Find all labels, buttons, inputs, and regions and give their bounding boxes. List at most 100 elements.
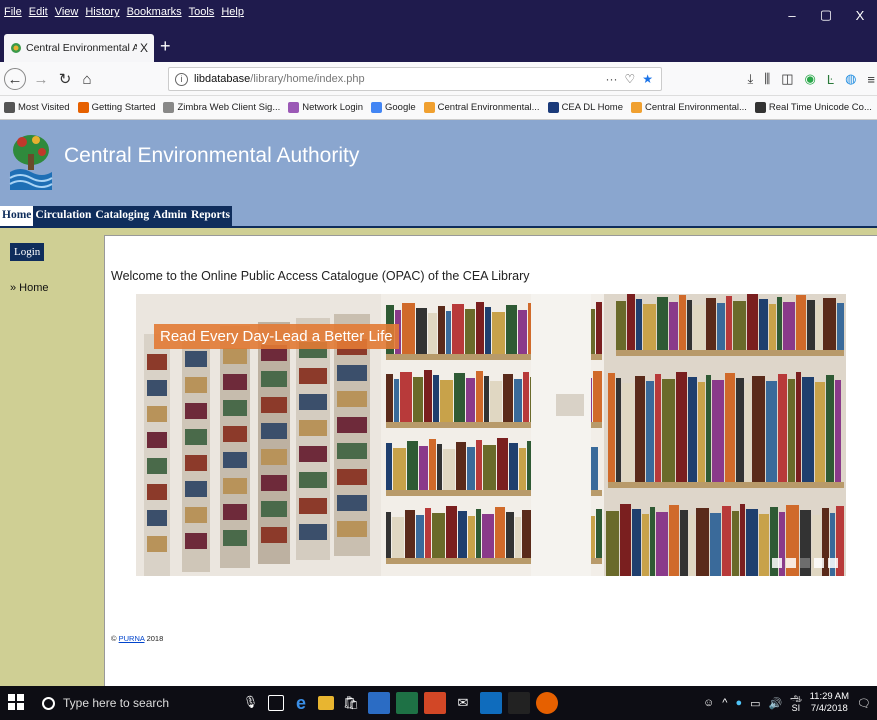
nav-tab-home[interactable]: Home	[0, 206, 34, 227]
book-spine	[405, 510, 415, 558]
windows-start-icon[interactable]	[8, 694, 24, 710]
footer-purna-link[interactable]: PURNA	[119, 634, 145, 643]
menu-tools[interactable]: Tools	[189, 6, 215, 18]
tray-app-icon[interactable]: ●	[735, 697, 742, 709]
hamburger-menu-icon[interactable]: ≡	[867, 72, 875, 87]
book-spine	[476, 440, 482, 490]
menu-edit[interactable]: Edit	[29, 6, 48, 18]
book-spine	[747, 294, 758, 350]
mail-icon[interactable]: ✉	[452, 692, 474, 714]
volume-icon[interactable]: 🔊	[769, 697, 783, 710]
cea-logo-icon	[9, 135, 53, 190]
aisle-books	[299, 472, 327, 488]
aisle-books	[299, 524, 327, 540]
bookmark-star-icon[interactable]: ★	[642, 72, 653, 86]
carousel-dot[interactable]	[828, 558, 838, 568]
nav-tab-admin[interactable]: Admin	[151, 206, 189, 227]
bookmark-item[interactable]: Central Environmental...	[630, 102, 747, 113]
aisle-books	[147, 484, 167, 500]
login-button[interactable]: Login	[10, 243, 45, 261]
microphone-icon[interactable]: 🎙	[243, 695, 258, 709]
back-arrow-icon[interactable]: ←	[4, 68, 26, 90]
bookmark-item[interactable]: Google	[371, 102, 416, 113]
extension-green-icon[interactable]: ◉	[804, 71, 815, 87]
tray-expand-icon[interactable]: ^	[722, 697, 727, 709]
book-spine	[476, 509, 481, 558]
page-actions-icon[interactable]: ···	[605, 72, 617, 86]
bookmark-item[interactable]: Network Login	[288, 102, 363, 113]
taskbar-apps: e 🛍 ✉	[268, 692, 558, 714]
url-bar[interactable]: i libdatabase/library/home/index.php ···…	[168, 67, 662, 91]
pocket-icon[interactable]: ♡	[624, 72, 635, 86]
edge-icon[interactable]: e	[290, 692, 312, 714]
carousel-dot[interactable]	[800, 558, 810, 568]
book-spine	[443, 449, 455, 490]
extension-blue-icon[interactable]: ◍	[845, 71, 856, 87]
bookmark-item[interactable]: Getting Started	[77, 102, 155, 113]
book-spine	[454, 373, 465, 422]
bookmark-item[interactable]: CEA DL Home	[547, 102, 623, 113]
excel-icon[interactable]	[396, 692, 418, 714]
carousel-dot[interactable]	[772, 558, 782, 568]
task-view-icon[interactable]	[268, 695, 284, 711]
people-icon[interactable]: ☺	[703, 697, 714, 709]
carousel-dot[interactable]	[814, 558, 824, 568]
bookmark-label: Network Login	[302, 102, 363, 113]
carousel-dot[interactable]	[786, 558, 796, 568]
store-icon[interactable]: 🛍	[340, 692, 362, 714]
library-icon[interactable]: ⫼	[764, 71, 770, 87]
language-indicator[interactable]: ஆ SI	[790, 692, 801, 714]
menu-file[interactable]: File	[4, 6, 22, 18]
maximize-button[interactable]: ▢	[809, 0, 843, 30]
book-spine	[835, 380, 841, 482]
menu-help[interactable]: Help	[221, 6, 244, 18]
book-spine	[433, 375, 439, 422]
tab-close-icon[interactable]: X	[140, 41, 148, 55]
clock[interactable]: 11:29 AM 7/4/2018	[810, 691, 849, 715]
clock-time: 11:29 AM	[809, 691, 850, 702]
aisle-books	[261, 501, 287, 517]
network-tray-icon[interactable]: ▭	[750, 697, 760, 710]
bookmarks-toolbar: Most Visited Getting Started Zimbra Web Cl…	[0, 96, 877, 120]
file-explorer-icon[interactable]	[318, 696, 334, 710]
bookmark-item[interactable]: Zimbra Web Client Sig...	[163, 102, 280, 113]
book-spine	[413, 377, 423, 422]
pillar	[531, 294, 591, 576]
app-icon-1[interactable]	[368, 692, 390, 714]
powerpoint-icon[interactable]	[424, 692, 446, 714]
new-tab-button[interactable]: +	[160, 36, 171, 57]
aisle-books	[261, 527, 287, 543]
site-info-icon[interactable]: i	[175, 72, 188, 86]
url-host: libdatabase	[194, 73, 251, 85]
reload-icon[interactable]: ↻	[54, 68, 76, 90]
aisle-books	[223, 478, 247, 494]
book-spine	[796, 295, 806, 350]
outlook-icon[interactable]	[480, 692, 502, 714]
menu-view[interactable]: View	[55, 6, 79, 18]
bookmark-item[interactable]: Real Time Unicode Co...	[754, 102, 872, 113]
nav-tab-reports[interactable]: Reports	[188, 206, 232, 227]
download-icon[interactable]: ⤓	[747, 71, 753, 87]
extension-lt-icon[interactable]: Ŀ	[827, 72, 834, 87]
cortana-icon	[42, 696, 55, 710]
aisle-books	[223, 426, 247, 442]
home-link[interactable]: » Home	[10, 282, 49, 294]
home-icon[interactable]: ⌂	[76, 68, 98, 90]
library-banner-image: Read Every Day-Lead a Better Life	[136, 294, 846, 576]
taskbar-search[interactable]: Type here to search	[36, 686, 236, 720]
forward-arrow-icon[interactable]: →	[30, 68, 52, 90]
bookmark-item[interactable]: Central Environmental...	[423, 102, 540, 113]
menu-bookmarks[interactable]: Bookmarks	[127, 6, 182, 18]
app-icon-2[interactable]	[508, 692, 530, 714]
tab-active[interactable]: Central Environmental Authorit X	[4, 34, 154, 62]
firefox-taskbar-icon[interactable]	[536, 692, 558, 714]
sidebar-toggle-icon[interactable]: ◫	[781, 71, 793, 87]
bookmark-item[interactable]: Most Visited	[4, 102, 70, 113]
menu-history[interactable]: History	[85, 6, 119, 18]
close-window-button[interactable]: X	[843, 0, 877, 30]
notifications-icon[interactable]: 🗨	[857, 697, 871, 710]
minimize-button[interactable]: –	[775, 0, 809, 30]
nav-tab-circulation[interactable]: Circulation	[33, 206, 94, 227]
book-spine	[393, 448, 406, 490]
nav-tab-cataloging[interactable]: Cataloging	[93, 206, 152, 227]
